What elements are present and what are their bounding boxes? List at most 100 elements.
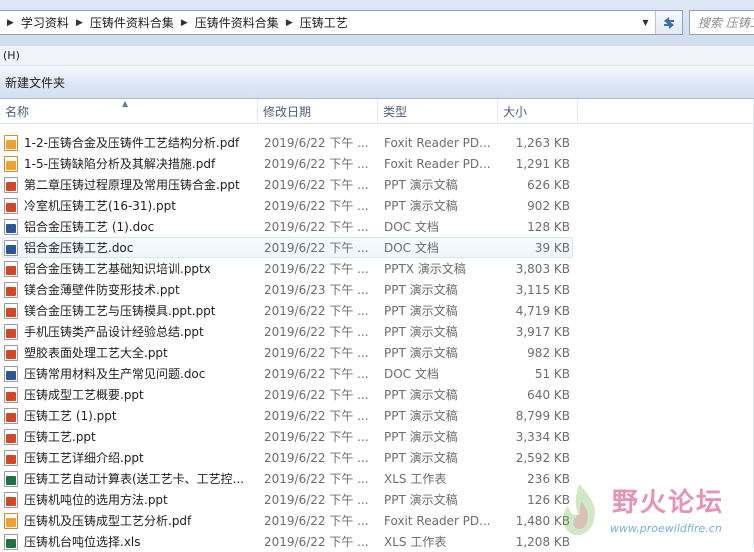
file-name-cell[interactable]: 压铸机台吨位选择.xls xyxy=(4,531,256,552)
file-name-cell[interactable]: 压铸工艺详细介绍.ppt xyxy=(4,447,256,468)
file-name-cell[interactable]: 铝合金压铸工艺.doc xyxy=(4,237,256,258)
column-header-size[interactable]: 大小 xyxy=(498,99,578,124)
file-type: PPTX 演示文稿 xyxy=(384,262,466,276)
file-row[interactable]: 压铸工艺 (1).ppt 2019/6/22 下午 ... PPT 演示文稿 8,79… xyxy=(0,405,754,426)
search-placeholder: 搜索 压铸工... xyxy=(698,16,754,30)
file-date: 2019/6/22 下午 ... xyxy=(264,241,369,255)
file-date: 2019/6/22 下午 ... xyxy=(264,346,369,360)
file-row[interactable]: 第二章压铸过程原理及常用压铸合金.ppt 2019/6/22 下午 ... PPT … xyxy=(0,174,754,195)
file-name[interactable]: 压铸工艺.ppt xyxy=(24,428,96,445)
file-name-cell[interactable]: 1-2-压铸合金及压铸件工艺结构分析.pdf xyxy=(4,132,256,153)
file-name[interactable]: 压铸机台吨位选择.xls xyxy=(24,533,141,550)
chevron-right-icon[interactable]: ▶ xyxy=(69,18,90,28)
address-bar[interactable]: ▶ 学习资料 ▶ 压铸件资料合集 ▶ 压铸件资料合集 ▶ 压铸工艺 ▼ xyxy=(0,10,683,35)
file-date: 2019/6/22 下午 ... xyxy=(264,199,369,213)
file-row[interactable]: 镁合金压铸工艺与压铸模具.ppt.ppt 2019/6/22 下午 ... PPT … xyxy=(0,300,754,321)
file-name[interactable]: 铝合金压铸工艺基础知识培训.pptx xyxy=(24,260,211,277)
file-name[interactable]: 塑胶表面处理工艺大全.ppt xyxy=(24,344,168,361)
file-name-cell[interactable]: 1-5-压铸缺陷分析及其解决措施.pdf xyxy=(4,153,256,174)
file-row[interactable]: 冷室机压铸工艺(16-31).ppt 2019/6/22 下午 ... PPT 演示… xyxy=(0,195,754,216)
file-name[interactable]: 1-5-压铸缺陷分析及其解决措施.pdf xyxy=(24,155,215,172)
file-name-cell[interactable]: 压铸工艺 (1).ppt xyxy=(4,405,256,426)
file-name[interactable]: 第二章压铸过程原理及常用压铸合金.ppt xyxy=(24,176,240,193)
file-name[interactable]: 手机压铸类产品设计经验总结.ppt xyxy=(24,323,204,340)
breadcrumb-item[interactable]: ▶ 学习资料 xyxy=(0,11,69,34)
file-name[interactable]: 压铸常用材料及生产常见问题.doc xyxy=(24,365,205,382)
ppt-file-icon xyxy=(4,302,18,319)
file-name-cell[interactable]: 压铸机吨位的选用方法.ppt xyxy=(4,489,256,510)
ppt-file-icon xyxy=(4,407,18,424)
menu-item-help[interactable]: (H) xyxy=(3,49,20,62)
ppt-file-icon xyxy=(4,323,18,340)
column-header-name[interactable]: 名称 xyxy=(0,99,258,124)
breadcrumb-label[interactable]: 压铸件资料合集 xyxy=(90,14,174,31)
file-size: 128 KB xyxy=(527,219,570,234)
file-name[interactable]: 冷室机压铸工艺(16-31).ppt xyxy=(24,197,176,214)
file-date: 2019/6/22 下午 ... xyxy=(264,388,369,402)
file-type: DOC 文档 xyxy=(384,367,439,381)
file-row[interactable]: 压铸工艺.ppt 2019/6/22 下午 ... PPT 演示文稿 3,334 KB xyxy=(0,426,754,447)
file-name[interactable]: 压铸机吨位的选用方法.ppt xyxy=(24,491,168,508)
file-name-cell[interactable]: 手机压铸类产品设计经验总结.ppt xyxy=(4,321,256,342)
chevron-right-icon[interactable]: ▶ xyxy=(174,18,195,28)
file-row[interactable]: 压铸常用材料及生产常见问题.doc 2019/6/22 下午 ... DOC 文档 5… xyxy=(0,363,754,384)
file-name[interactable]: 镁合金压铸工艺与压铸模具.ppt.ppt xyxy=(24,302,216,319)
file-name-cell[interactable]: 压铸工艺.ppt xyxy=(4,426,256,447)
file-name-cell[interactable]: 压铸成型工艺概要.ppt xyxy=(4,384,256,405)
file-row[interactable]: 铝合金压铸工艺 (1).doc 2019/6/22 下午 ... DOC 文档 128… xyxy=(0,216,754,237)
pdf-file-icon xyxy=(4,155,18,172)
file-name[interactable]: 1-2-压铸合金及压铸件工艺结构分析.pdf xyxy=(24,134,239,151)
file-row[interactable]: 1-5-压铸缺陷分析及其解决措施.pdf 2019/6/22 下午 ... Foxi… xyxy=(0,153,754,174)
file-name[interactable]: 镁合金薄壁件防变形技术.ppt xyxy=(24,281,180,298)
chevron-right-icon[interactable]: ▶ xyxy=(0,18,21,28)
file-date: 2019/6/22 下午 ... xyxy=(264,430,369,444)
column-header-label: 大小 xyxy=(503,105,528,119)
column-header-date[interactable]: 修改日期 xyxy=(258,99,378,124)
file-name-cell[interactable]: 铝合金压铸工艺基础知识培训.pptx xyxy=(4,258,256,279)
file-type: PPT 演示文稿 xyxy=(384,283,458,297)
file-size: 3,334 KB xyxy=(515,429,570,444)
file-name-cell[interactable]: 镁合金薄壁件防变形技术.ppt xyxy=(4,279,256,300)
chevron-down-icon[interactable]: ▼ xyxy=(637,11,654,34)
file-name[interactable]: 铝合金压铸工艺 (1).doc xyxy=(24,218,154,235)
file-name-cell[interactable]: 第二章压铸过程原理及常用压铸合金.ppt xyxy=(4,174,256,195)
file-name[interactable]: 压铸工艺自动计算表(送工艺卡、工艺控... xyxy=(24,470,244,487)
breadcrumb-item[interactable]: ▶ 压铸工艺 xyxy=(279,11,348,34)
ppt-file-icon xyxy=(4,491,18,508)
file-name-cell[interactable]: 压铸机及压铸成型工艺分析.pdf xyxy=(4,510,256,531)
file-name-cell[interactable]: 压铸工艺自动计算表(送工艺卡、工艺控... xyxy=(4,468,256,489)
file-name-cell[interactable]: 塑胶表面处理工艺大全.ppt xyxy=(4,342,256,363)
file-name[interactable]: 压铸成型工艺概要.ppt xyxy=(24,386,144,403)
file-date: 2019/6/23 下午 ... xyxy=(264,283,369,297)
breadcrumb-label[interactable]: 压铸工艺 xyxy=(300,14,348,31)
refresh-button[interactable] xyxy=(655,11,682,34)
file-row[interactable]: 压铸成型工艺概要.ppt 2019/6/22 下午 ... PPT 演示文稿 640 … xyxy=(0,384,754,405)
breadcrumb-label[interactable]: 压铸件资料合集 xyxy=(195,14,279,31)
file-name-cell[interactable]: 压铸常用材料及生产常见问题.doc xyxy=(4,363,256,384)
breadcrumb-item[interactable]: ▶ 压铸件资料合集 xyxy=(69,11,174,34)
file-name[interactable]: 压铸工艺 (1).ppt xyxy=(24,407,117,424)
file-name[interactable]: 压铸工艺详细介绍.ppt xyxy=(24,449,144,466)
file-name-cell[interactable]: 冷室机压铸工艺(16-31).ppt xyxy=(4,195,256,216)
sort-ascending-icon: ▲ xyxy=(122,99,129,108)
file-name[interactable]: 压铸机及压铸成型工艺分析.pdf xyxy=(24,512,191,529)
breadcrumb-item[interactable]: ▶ 压铸件资料合集 xyxy=(174,11,279,34)
column-header-type[interactable]: 类型 xyxy=(378,99,498,124)
file-name-cell[interactable]: 铝合金压铸工艺 (1).doc xyxy=(4,216,256,237)
file-row[interactable]: 铝合金压铸工艺基础知识培训.pptx 2019/6/22 下午 ... PPTX 演… xyxy=(0,258,754,279)
file-date: 2019/6/22 下午 ... xyxy=(264,178,369,192)
file-row[interactable]: 镁合金薄壁件防变形技术.ppt 2019/6/23 下午 ... PPT 演示文稿 3… xyxy=(0,279,754,300)
chevron-right-icon[interactable]: ▶ xyxy=(279,18,300,28)
file-name[interactable]: 铝合金压铸工艺.doc xyxy=(24,239,133,256)
file-date: 2019/6/22 下午 ... xyxy=(264,325,369,339)
breadcrumb-label[interactable]: 学习资料 xyxy=(21,14,69,31)
search-input[interactable]: 搜索 压铸工... xyxy=(689,10,754,35)
file-row[interactable]: 压铸工艺详细介绍.ppt 2019/6/22 下午 ... PPT 演示文稿 2,59… xyxy=(0,447,754,468)
file-name-cell[interactable]: 镁合金压铸工艺与压铸模具.ppt.ppt xyxy=(4,300,256,321)
file-row[interactable]: 塑胶表面处理工艺大全.ppt 2019/6/22 下午 ... PPT 演示文稿 98… xyxy=(0,342,754,363)
file-row[interactable]: 手机压铸类产品设计经验总结.ppt 2019/6/22 下午 ... PPT 演示文… xyxy=(0,321,754,342)
file-row[interactable]: 铝合金压铸工艺.doc 2019/6/22 下午 ... DOC 文档 39 KB xyxy=(0,237,754,258)
new-folder-button[interactable]: 新建文件夹 xyxy=(5,74,65,91)
file-row[interactable]: 1-2-压铸合金及压铸件工艺结构分析.pdf 2019/6/22 下午 ... Fo… xyxy=(0,132,754,153)
file-size: 1,263 KB xyxy=(515,135,570,150)
